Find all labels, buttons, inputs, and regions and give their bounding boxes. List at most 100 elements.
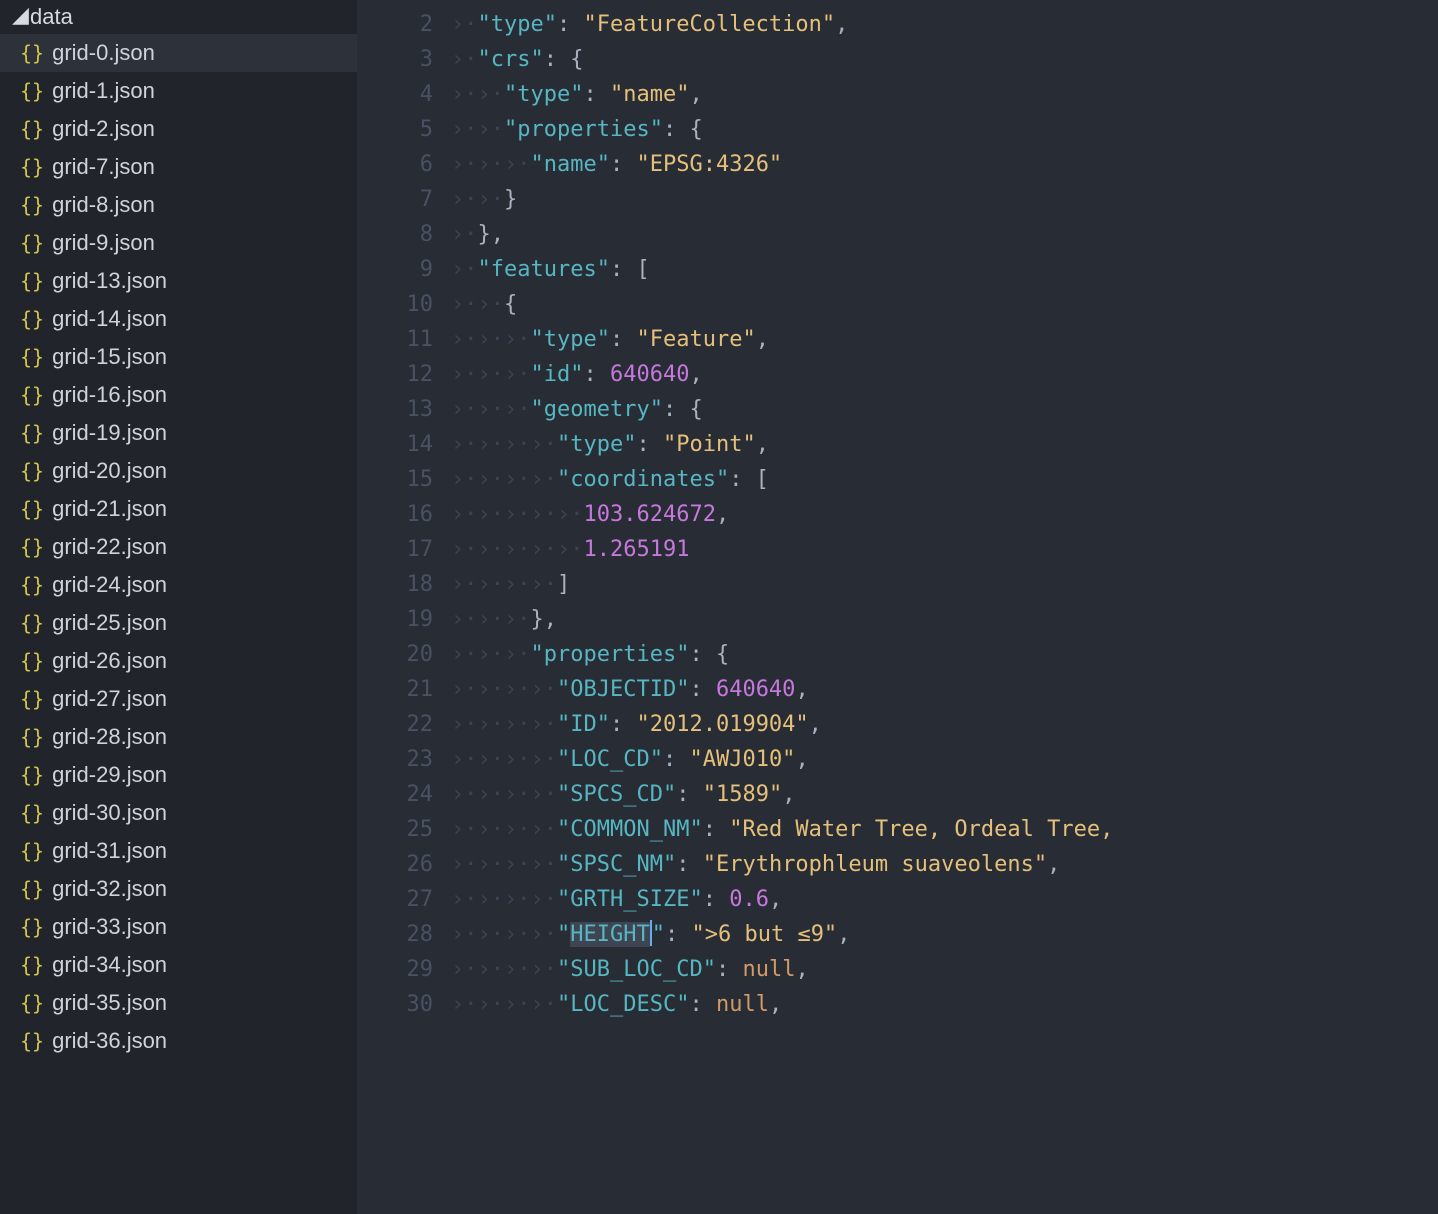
file-row[interactable]: {}grid-34.json	[0, 946, 357, 984]
token-key: "COMMON_NM"	[557, 817, 703, 842]
indent-guide: ›·	[504, 747, 531, 772]
file-row[interactable]: {}grid-14.json	[0, 300, 357, 338]
code-line[interactable]: ›·›·›·›·"SPSC_NM": "Erythrophleum suaveo…	[451, 847, 1438, 882]
file-row[interactable]: {}grid-28.json	[0, 718, 357, 756]
json-file-icon: {}	[20, 877, 44, 901]
code-line[interactable]: ›·›·›·›·"HEIGHT": ">6 but ≤9",	[451, 917, 1438, 952]
file-row[interactable]: {}grid-29.json	[0, 756, 357, 794]
file-row[interactable]: {}grid-9.json	[0, 224, 357, 262]
token-key: "	[652, 922, 665, 947]
file-row[interactable]: {}grid-8.json	[0, 186, 357, 224]
line-number: 26	[357, 847, 433, 882]
file-row[interactable]: {}grid-13.json	[0, 262, 357, 300]
file-row[interactable]: {}grid-32.json	[0, 870, 357, 908]
file-row[interactable]: {}grid-33.json	[0, 908, 357, 946]
indent-guide: ›·	[451, 887, 478, 912]
file-row[interactable]: {}grid-2.json	[0, 110, 357, 148]
file-name: grid-28.json	[52, 724, 167, 750]
indent-guide: ›·	[504, 537, 531, 562]
file-row[interactable]: {}grid-15.json	[0, 338, 357, 376]
token-pun: :	[703, 817, 730, 842]
file-row[interactable]: {}grid-35.json	[0, 984, 357, 1022]
indent-guide: ›·	[451, 922, 478, 947]
token-null: null	[742, 957, 795, 982]
indent-guide: ›·	[531, 537, 558, 562]
file-name: grid-35.json	[52, 990, 167, 1016]
file-row[interactable]: {}grid-16.json	[0, 376, 357, 414]
code-line[interactable]: ›·›·›·›·"OBJECTID": 640640,	[451, 672, 1438, 707]
indent-guide: ›·	[531, 432, 558, 457]
code-line[interactable]: ›·›·›·},	[451, 602, 1438, 637]
file-row[interactable]: {}grid-21.json	[0, 490, 357, 528]
file-row[interactable]: {}grid-31.json	[0, 832, 357, 870]
code-line[interactable]: ›·"type": "FeatureCollection",	[451, 7, 1438, 42]
code-line[interactable]: ›·›·›·›·"LOC_DESC": null,	[451, 987, 1438, 1022]
code-line[interactable]: ›·›·›·"id": 640640,	[451, 357, 1438, 392]
indent-guide: ›·	[504, 817, 531, 842]
code-line[interactable]: ›·›·"type": "name",	[451, 77, 1438, 112]
code-line[interactable]: ›·"crs": {	[451, 42, 1438, 77]
code-line[interactable]: ›·›·›·›·]	[451, 567, 1438, 602]
code-line[interactable]: ›·›·{	[451, 287, 1438, 322]
line-number: 25	[357, 812, 433, 847]
indent-guide: ›·	[531, 747, 558, 772]
code-line[interactable]: ›·›·›·›·"SPCS_CD": "1589",	[451, 777, 1438, 812]
indent-guide: ›·	[504, 992, 531, 1017]
file-row[interactable]: {}grid-20.json	[0, 452, 357, 490]
file-row[interactable]: {}grid-22.json	[0, 528, 357, 566]
file-row[interactable]: {}grid-1.json	[0, 72, 357, 110]
token-pun: },	[531, 607, 558, 632]
file-row[interactable]: {}grid-25.json	[0, 604, 357, 642]
code-line[interactable]: ›·›·›·›·"coordinates": [	[451, 462, 1438, 497]
token-num: 1.265191	[584, 537, 690, 562]
code-line[interactable]: ›·›·›·›·›·103.624672,	[451, 497, 1438, 532]
code-editor[interactable]: 2345678910111213141516171819202122232425…	[357, 0, 1438, 1214]
file-row[interactable]: {}grid-24.json	[0, 566, 357, 604]
json-file-icon: {}	[20, 269, 44, 293]
folder-row-data[interactable]: ◢ data	[0, 0, 357, 34]
file-tree-sidebar[interactable]: ◢ data {}grid-0.json{}grid-1.json{}grid-…	[0, 0, 357, 1214]
code-line[interactable]: ›·›·›·"type": "Feature",	[451, 322, 1438, 357]
code-area[interactable]: ›·"type": "FeatureCollection",›·"crs": {…	[451, 0, 1438, 1214]
code-line[interactable]: ›·},	[451, 217, 1438, 252]
file-row[interactable]: {} grid-0.json	[0, 34, 357, 72]
indent-guide: ›·	[531, 957, 558, 982]
json-file-icon: {}	[20, 41, 44, 65]
code-line[interactable]: ›·›·›·"geometry": {	[451, 392, 1438, 427]
file-row[interactable]: {}grid-7.json	[0, 148, 357, 186]
token-key: "GRTH_SIZE"	[557, 887, 703, 912]
indent-guide: ›·	[451, 817, 478, 842]
code-line[interactable]: ›·›·›·›·"type": "Point",	[451, 427, 1438, 462]
file-name: grid-19.json	[52, 420, 167, 446]
code-line[interactable]: ›·"features": [	[451, 252, 1438, 287]
indent-guide: ›·	[451, 782, 478, 807]
code-line[interactable]: ›·›·›·"properties": {	[451, 637, 1438, 672]
indent-guide: ›·	[504, 607, 531, 632]
file-row[interactable]: {}grid-19.json	[0, 414, 357, 452]
token-pun: :	[676, 782, 703, 807]
indent-guide: ›·	[504, 432, 531, 457]
file-row[interactable]: {}grid-30.json	[0, 794, 357, 832]
json-file-icon: {}	[20, 611, 44, 635]
line-number: 11	[357, 322, 433, 357]
code-line[interactable]: ›·›·}	[451, 182, 1438, 217]
file-row[interactable]: {}grid-26.json	[0, 642, 357, 680]
code-line[interactable]: ›·›·›·›·"SUB_LOC_CD": null,	[451, 952, 1438, 987]
code-line[interactable]: ›·›·›·›·"LOC_CD": "AWJ010",	[451, 742, 1438, 777]
file-name: grid-0.json	[52, 40, 155, 66]
line-number: 23	[357, 742, 433, 777]
line-number: 28	[357, 917, 433, 952]
code-line[interactable]: ›·›·›·›·"GRTH_SIZE": 0.6,	[451, 882, 1438, 917]
indent-guide: ›·	[478, 992, 505, 1017]
file-row[interactable]: {}grid-36.json	[0, 1022, 357, 1060]
code-line[interactable]: ›·›·"properties": {	[451, 112, 1438, 147]
token-str: "1589"	[703, 782, 782, 807]
code-line[interactable]: ›·›·›·"name": "EPSG:4326"	[451, 147, 1438, 182]
indent-guide: ›·	[478, 642, 505, 667]
json-file-icon: {}	[20, 763, 44, 787]
token-pun: ,	[782, 782, 795, 807]
file-row[interactable]: {}grid-27.json	[0, 680, 357, 718]
code-line[interactable]: ›·›·›·›·›·1.265191	[451, 532, 1438, 567]
code-line[interactable]: ›·›·›·›·"ID": "2012.019904",	[451, 707, 1438, 742]
code-line[interactable]: ›·›·›·›·"COMMON_NM": "Red Water Tree, Or…	[451, 812, 1438, 847]
